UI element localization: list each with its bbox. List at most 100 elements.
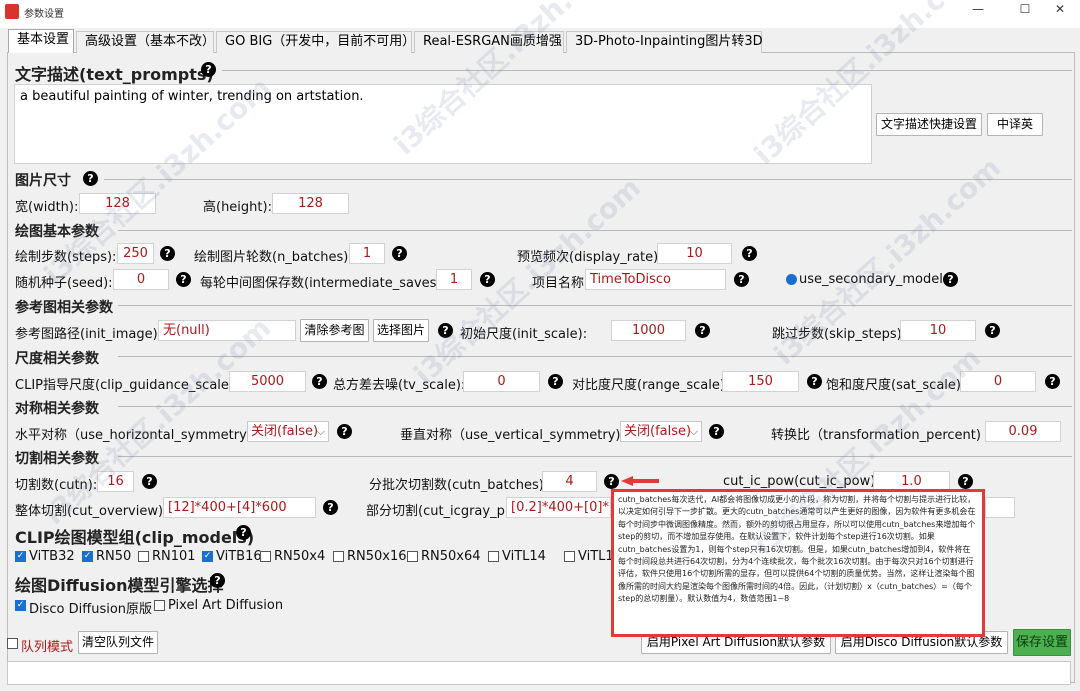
text-prompts-title: 文字描述(text_prompts) (15, 65, 214, 84)
help-icon[interactable]: ? (695, 323, 710, 338)
steps-label: 绘制步数(steps): (15, 250, 117, 265)
height-input[interactable]: 128 (272, 193, 349, 214)
title-bar (0, 0, 1080, 28)
separator (118, 230, 1072, 231)
tab-go-big[interactable]: GO BIG（开发中，目前不可用） (216, 31, 415, 53)
translate-button[interactable]: 中译英 (987, 113, 1043, 136)
clip-model-label: RN101 (152, 549, 196, 564)
maximize-button[interactable]: ☐ (1005, 0, 1045, 22)
separator (118, 305, 1072, 306)
choose-image-button[interactable]: 选择图片 (373, 319, 429, 342)
display-rate-input[interactable]: 10 (657, 243, 732, 264)
help-icon[interactable]: ? (943, 272, 958, 287)
text-prompt-quick-setting-button[interactable]: 文字描述快捷设置 (876, 113, 982, 136)
height-label: 高(height): (203, 200, 272, 215)
help-icon[interactable]: ? (480, 272, 495, 287)
status-bar (7, 661, 1071, 685)
project-name-input[interactable]: TimeToDisco (585, 269, 726, 290)
help-icon[interactable]: ? (323, 500, 338, 515)
clip-model-checkbox[interactable]: ✓ (15, 551, 26, 562)
clip-guidance-label: CLIP指导尺度(clip_guidance_scale): (15, 378, 239, 393)
help-icon[interactable]: ? (438, 323, 453, 338)
clear-init-image-button[interactable]: 清除参考图 (300, 319, 369, 342)
help-icon[interactable]: ? (985, 323, 1000, 338)
skip-steps-input[interactable]: 10 (900, 320, 976, 341)
width-label: 宽(width): (15, 200, 79, 215)
close-button[interactable]: ✕ (1040, 0, 1080, 22)
range-scale-input[interactable]: 150 (722, 371, 799, 392)
cut-overview-input[interactable]: [12]*400+[4]*600 (163, 497, 316, 518)
save-settings-button[interactable]: 保存设置 (1013, 629, 1071, 656)
queue-mode-checkbox[interactable] (7, 638, 18, 649)
scale-params-title: 尺度相关参数 (15, 351, 99, 367)
help-icon[interactable]: ? (83, 171, 98, 186)
help-icon[interactable]: ? (201, 62, 216, 77)
tv-scale-input[interactable]: 0 (463, 371, 540, 392)
queue-mode-label: 队列模式 (21, 640, 74, 655)
init-image-label: 参考图路径(init_image): (15, 327, 163, 342)
cutn-batches-input[interactable]: 4 (542, 471, 597, 492)
horizontal-symmetry-value: 关闭(false) (251, 424, 319, 439)
clip-guidance-input[interactable]: 5000 (229, 371, 306, 392)
clip-model-checkbox[interactable] (488, 551, 499, 562)
init-scale-input[interactable]: 1000 (611, 320, 686, 341)
clip-model-checkbox[interactable] (138, 551, 149, 562)
secondary-model-checkbox[interactable] (786, 274, 797, 285)
init-image-input[interactable]: 无(null) (158, 320, 296, 341)
tab-3d-photo[interactable]: 3D-Photo-Inpainting图片转3D (566, 31, 763, 53)
clip-model-checkbox[interactable] (333, 551, 344, 562)
separator (104, 179, 1072, 180)
n-batches-label: 绘制图片轮数(n_batches): (194, 250, 353, 265)
help-icon[interactable]: ? (548, 374, 563, 389)
sat-scale-input[interactable]: 0 (960, 371, 1036, 392)
tab-real-esrgan[interactable]: Real-ESRGAN画质增强 (414, 31, 564, 53)
cut-icgray-input[interactable]: [0.2]*400+[0]*600 (506, 497, 611, 518)
help-icon[interactable]: ? (734, 272, 749, 287)
help-icon[interactable]: ? (236, 525, 251, 540)
help-icon[interactable]: ? (176, 272, 191, 287)
clip-model-checkbox[interactable] (260, 551, 271, 562)
clip-model-checkbox[interactable] (407, 551, 418, 562)
pixel-art-diffusion-checkbox[interactable] (154, 600, 165, 611)
tab-basic[interactable]: 基本设置 (8, 29, 74, 53)
help-icon[interactable]: ? (337, 424, 352, 439)
clip-model-checkbox[interactable]: ✓ (202, 551, 213, 562)
help-icon[interactable]: ? (742, 246, 757, 261)
help-icon[interactable]: ? (392, 246, 407, 261)
symmetry-params-title: 对称相关参数 (15, 401, 99, 417)
minimize-button[interactable]: — (958, 0, 998, 22)
width-input[interactable]: 128 (79, 193, 156, 214)
vertical-symmetry-select[interactable]: 关闭(false) ⌵ (620, 421, 702, 442)
clip-model-checkbox[interactable] (564, 551, 575, 562)
vertical-symmetry-label: 垂直对称（use_vertical_symmetry) (400, 428, 621, 443)
text-prompts-input[interactable]: a beautiful painting of winter, trending… (14, 84, 872, 164)
hidden-input[interactable] (985, 497, 1015, 518)
help-icon[interactable]: ? (160, 246, 175, 261)
cut-params-title: 切割相关参数 (15, 451, 99, 467)
help-icon[interactable]: ? (958, 474, 973, 489)
help-icon[interactable]: ? (142, 474, 157, 489)
disco-diffusion-label: Disco Diffusion原版 (29, 602, 153, 617)
transformation-percent-input[interactable]: 0.09 (985, 421, 1061, 442)
help-icon[interactable]: ? (210, 573, 225, 588)
clip-model-checkbox[interactable]: ✓ (82, 551, 93, 562)
horizontal-symmetry-select[interactable]: 关闭(false) ⌵ (247, 421, 329, 442)
cutn-input[interactable]: 16 (97, 471, 134, 492)
range-scale-label: 对比度尺度(range_scale): (572, 378, 730, 393)
intermediate-saves-input[interactable]: 1 (436, 269, 472, 290)
disco-diffusion-checkbox[interactable]: ✓ (15, 600, 26, 611)
help-icon[interactable]: ? (709, 424, 724, 439)
clear-queue-button[interactable]: 清空队列文件 (78, 631, 158, 654)
seed-input[interactable]: 0 (113, 269, 169, 290)
diffusion-engine-title: 绘图Diffusion模型引擎选择 (15, 576, 224, 595)
help-icon[interactable]: ? (604, 474, 619, 489)
steps-input[interactable]: 250 (117, 243, 154, 264)
help-icon[interactable]: ? (1045, 374, 1060, 389)
cutn-batches-tooltip: cutn_batches每次迭代，AI都会将图像切成更小的片段，称为切割，并将每… (611, 489, 985, 637)
tab-advanced[interactable]: 高级设置（基本不改） (76, 31, 215, 53)
cutn-label: 切割数(cutn): (15, 478, 98, 493)
help-icon[interactable]: ? (807, 374, 822, 389)
n-batches-input[interactable]: 1 (349, 243, 385, 264)
separator (118, 406, 1072, 407)
help-icon[interactable]: ? (312, 374, 327, 389)
